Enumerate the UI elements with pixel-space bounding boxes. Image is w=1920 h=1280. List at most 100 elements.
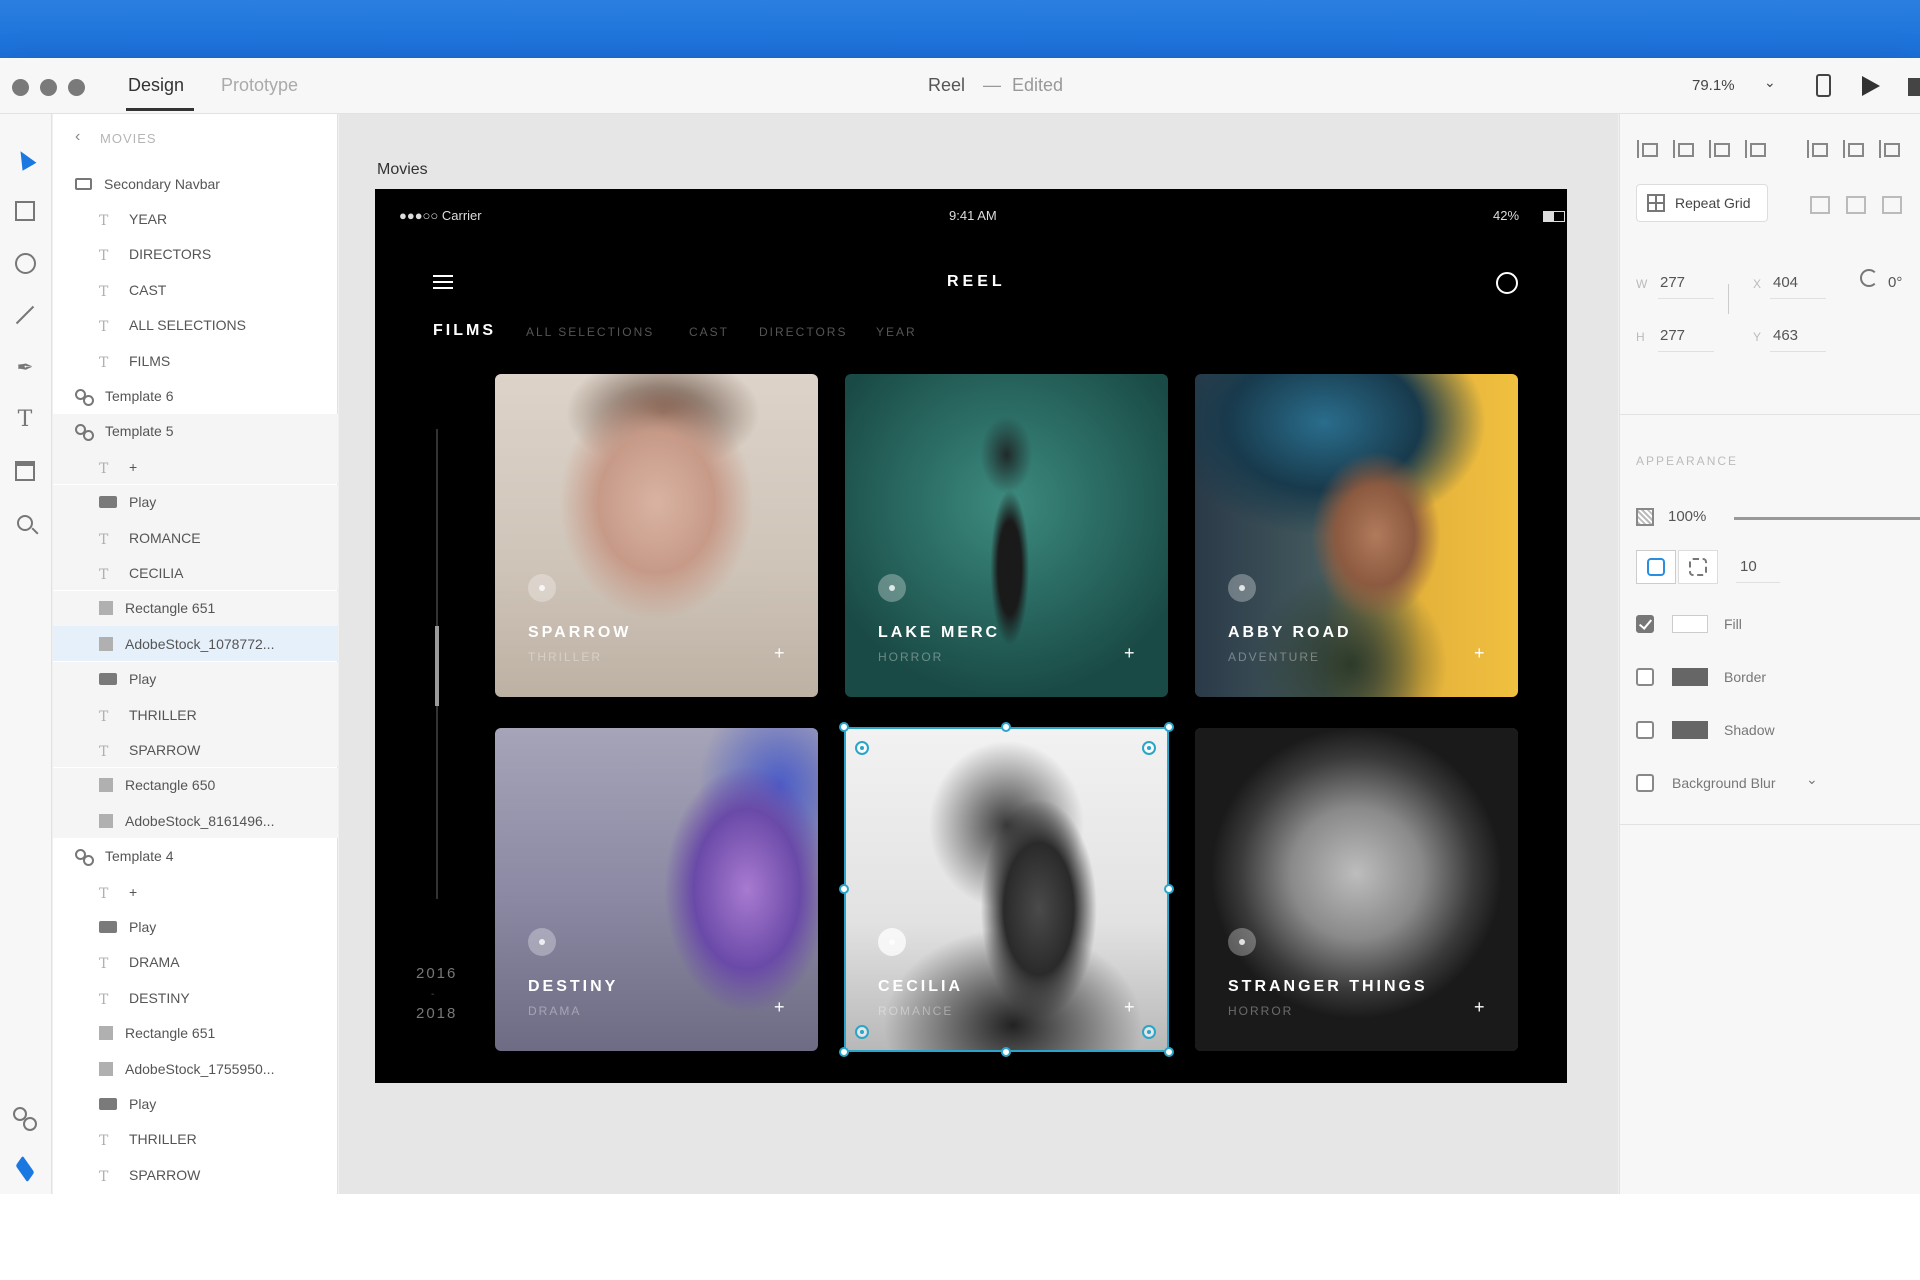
layer-row[interactable]: THRILLER — [53, 697, 338, 732]
layer-row[interactable]: Template 6 — [53, 378, 338, 413]
x-field[interactable]: 404 — [1773, 274, 1798, 291]
per-corner-button[interactable] — [1678, 550, 1718, 584]
layer-row[interactable]: AdobeStock_8161496... — [53, 803, 338, 839]
layer-row[interactable]: AdobeStock_1078772... — [53, 626, 338, 662]
opacity-slider[interactable] — [1734, 517, 1920, 520]
corner-radius-handle[interactable] — [855, 741, 869, 755]
border-checkbox[interactable] — [1636, 668, 1654, 686]
layer-row[interactable]: ALL SELECTIONS — [53, 308, 338, 343]
corner-radius-field[interactable]: 10 — [1740, 558, 1757, 575]
fill-color-swatch[interactable] — [1672, 615, 1708, 633]
zoom-tool[interactable] — [10, 508, 40, 538]
layer-row[interactable]: Rectangle 650 — [53, 767, 338, 803]
fill-checkbox[interactable] — [1636, 615, 1654, 633]
layers-panel-toggle[interactable] — [10, 1154, 40, 1184]
device-preview-icon[interactable] — [1816, 74, 1831, 97]
corner-radius-handle[interactable] — [1142, 741, 1156, 755]
resize-handle-bottom-right[interactable] — [1164, 1047, 1174, 1057]
rotate-icon[interactable] — [1860, 269, 1878, 287]
play-icon[interactable] — [528, 574, 556, 602]
layer-row[interactable]: DRAMA — [53, 945, 338, 980]
design-canvas[interactable]: Movies ●●●○○ Carrier 9:41 AM 42% REEL FI… — [339, 114, 1618, 1194]
layer-row[interactable]: YEAR — [53, 201, 338, 236]
category-tab-films[interactable]: FILMS — [433, 322, 496, 340]
add-icon[interactable]: + — [774, 643, 785, 664]
layer-row[interactable]: Play — [53, 484, 338, 520]
search-icon[interactable] — [1496, 272, 1518, 294]
rectangle-tool[interactable] — [10, 196, 40, 226]
boolean-intersect-icon[interactable] — [1882, 196, 1902, 214]
layer-row[interactable]: CAST — [53, 272, 338, 307]
add-icon[interactable]: + — [774, 997, 785, 1018]
align-left-icon[interactable] — [1804, 138, 1830, 160]
select-tool[interactable] — [10, 144, 40, 174]
lock-aspect-icon[interactable] — [1728, 284, 1738, 314]
share-icon[interactable] — [1908, 78, 1920, 96]
boolean-subtract-icon[interactable] — [1846, 196, 1866, 214]
symbols-panel-toggle[interactable] — [10, 1102, 40, 1132]
artboard-label[interactable]: Movies — [377, 161, 428, 179]
play-icon[interactable] — [878, 574, 906, 602]
resize-handle-top-right[interactable] — [1164, 722, 1174, 732]
border-color-swatch[interactable] — [1672, 668, 1708, 686]
movie-card-abby-road[interactable]: ABBY ROAD ADVENTURE + — [1195, 374, 1518, 697]
category-tab-directors[interactable]: DIRECTORS — [759, 325, 847, 339]
movie-card-lake-merc[interactable]: LAKE MERC HORROR + — [845, 374, 1168, 697]
rotation-field[interactable]: 0° — [1888, 274, 1902, 291]
boolean-add-icon[interactable] — [1810, 196, 1830, 214]
layer-row[interactable]: Rectangle 651 — [53, 1016, 338, 1051]
resize-handle-top[interactable] — [1001, 722, 1011, 732]
maximize-window-button[interactable] — [68, 79, 85, 96]
layer-row[interactable]: CECILIA — [53, 555, 338, 591]
layer-row[interactable]: Play — [53, 909, 338, 944]
layer-row[interactable]: ROMANCE — [53, 520, 338, 555]
tab-design[interactable]: Design — [128, 75, 184, 96]
opacity-field[interactable]: 100% — [1668, 508, 1706, 525]
layer-row[interactable]: DESTINY — [53, 980, 338, 1015]
add-icon[interactable]: + — [1474, 997, 1485, 1018]
resize-handle-top-left[interactable] — [839, 722, 849, 732]
selection-bounding-box[interactable] — [844, 727, 1169, 1052]
timeline-handle[interactable] — [435, 626, 439, 706]
align-bottom-icon[interactable] — [1706, 138, 1732, 160]
movie-card-destiny[interactable]: DESTINY DRAMA + — [495, 728, 818, 1051]
layer-row[interactable]: SPARROW — [53, 1157, 338, 1192]
category-tab-cast[interactable]: CAST — [689, 325, 729, 339]
movie-card-sparrow[interactable]: SPARROW THRILLER + — [495, 374, 818, 697]
align-center-icon[interactable] — [1840, 138, 1866, 160]
resize-handle-bottom-left[interactable] — [839, 1047, 849, 1057]
align-top-icon[interactable] — [1634, 138, 1660, 160]
hamburger-menu-icon[interactable] — [433, 275, 453, 289]
corner-radius-handle[interactable] — [855, 1025, 869, 1039]
shadow-checkbox[interactable] — [1636, 721, 1654, 739]
zoom-level[interactable]: 79.1% — [1692, 77, 1735, 94]
uniform-corners-button[interactable] — [1636, 550, 1676, 584]
movie-card-stranger-things[interactable]: STRANGER THINGS HORROR + — [1195, 728, 1518, 1051]
line-tool[interactable] — [10, 300, 40, 330]
chevron-down-icon[interactable]: ⌄ — [1806, 771, 1818, 788]
layer-row[interactable]: Secondary Navbar — [53, 166, 338, 201]
chevron-down-icon[interactable]: ⌄ — [1764, 74, 1776, 91]
pen-tool[interactable]: ✒ — [10, 352, 40, 382]
category-tab-year[interactable]: YEAR — [876, 325, 917, 339]
y-field[interactable]: 463 — [1773, 327, 1798, 344]
tab-prototype[interactable]: Prototype — [221, 75, 298, 96]
distribute-vertical-icon[interactable] — [1742, 138, 1768, 160]
layer-row[interactable]: + — [53, 874, 338, 909]
layer-row[interactable]: Rectangle 651 — [53, 590, 338, 626]
layer-row[interactable]: + — [53, 449, 338, 485]
layer-row[interactable]: Play — [53, 661, 338, 697]
layer-row[interactable]: AdobeStock_1755950... — [53, 1051, 338, 1086]
minimize-window-button[interactable] — [40, 79, 57, 96]
play-icon[interactable] — [1862, 76, 1880, 96]
text-tool[interactable]: T — [10, 404, 40, 434]
artboard-tool[interactable] — [10, 456, 40, 486]
chevron-left-icon[interactable]: ‹ — [75, 128, 80, 146]
layer-row[interactable]: SPARROW — [53, 732, 338, 768]
add-icon[interactable]: + — [1474, 643, 1485, 664]
height-field[interactable]: 277 — [1660, 327, 1685, 344]
play-icon[interactable] — [528, 928, 556, 956]
layer-row[interactable]: Template 4 — [53, 839, 338, 874]
corner-radius-handle[interactable] — [1142, 1025, 1156, 1039]
background-blur-checkbox[interactable] — [1636, 774, 1654, 792]
